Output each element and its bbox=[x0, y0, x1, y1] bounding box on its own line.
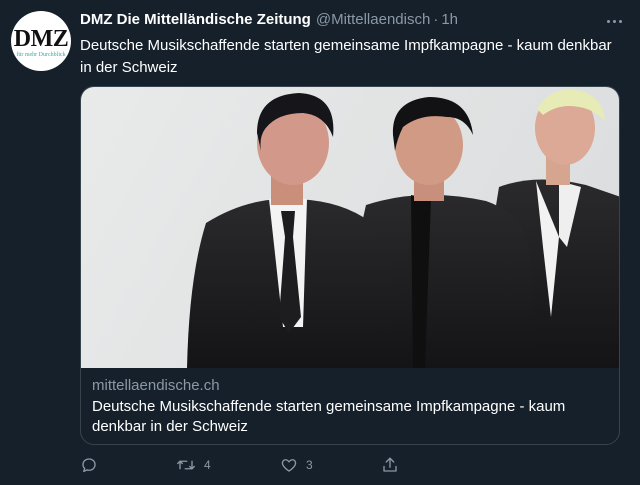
avatar[interactable]: DMZ für mehr Durchblick bbox=[11, 11, 71, 71]
card-domain: mittellaendische.ch bbox=[92, 377, 220, 394]
retweet-count: 4 bbox=[204, 458, 211, 472]
avatar-logo-subtext: für mehr Durchblick bbox=[16, 52, 66, 58]
handle[interactable]: @Mittellaendisch bbox=[316, 11, 430, 28]
reply-icon bbox=[82, 458, 96, 473]
card-meta: mittellaendische.ch Deutsche Musikschaff… bbox=[92, 376, 607, 437]
tweet-text: Deutsche Musikschaffende starten gemeins… bbox=[80, 37, 612, 76]
reply-button[interactable] bbox=[80, 454, 106, 476]
avatar-logo-text: DMZ bbox=[13, 26, 69, 52]
tweet-header: DMZ Die Mittelländische Zeitung @Mittell… bbox=[80, 11, 600, 33]
display-name[interactable]: DMZ Die Mittelländische Zeitung bbox=[80, 11, 311, 28]
retweet-icon bbox=[177, 460, 195, 470]
link-card[interactable]: mittellaendische.ch Deutsche Musikschaff… bbox=[80, 86, 620, 445]
timestamp[interactable]: 1h bbox=[441, 11, 458, 28]
card-image bbox=[81, 87, 619, 368]
retweet-button[interactable]: 4 bbox=[176, 454, 211, 476]
separator-dot: · bbox=[433, 11, 439, 28]
like-count: 3 bbox=[306, 458, 313, 472]
like-button[interactable]: 3 bbox=[280, 454, 313, 476]
heart-icon bbox=[281, 459, 297, 472]
tweet[interactable]: DMZ für mehr Durchblick DMZ Die Mittellä… bbox=[0, 0, 640, 485]
more-icon[interactable] bbox=[604, 14, 624, 28]
action-bar: 4 3 bbox=[80, 454, 620, 476]
card-title: Deutsche Musikschaffende starten gemeins… bbox=[92, 398, 566, 435]
share-button[interactable] bbox=[381, 454, 399, 476]
share-icon bbox=[383, 457, 397, 472]
